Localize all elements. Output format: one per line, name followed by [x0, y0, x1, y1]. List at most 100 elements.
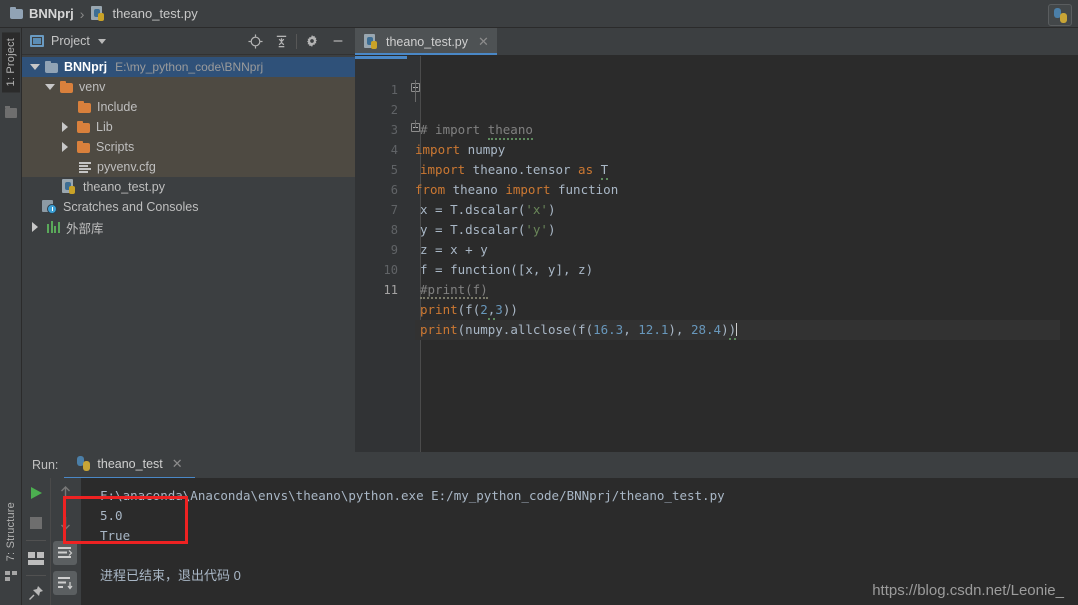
layout-icon[interactable] — [22, 543, 50, 573]
scroll-indicator — [355, 56, 407, 59]
chevron-down-icon[interactable] — [43, 81, 56, 94]
console-line: True — [100, 528, 131, 543]
tree-node-label: Lib — [96, 120, 113, 134]
console-line: 5.0 — [100, 508, 123, 523]
run-icon[interactable] — [22, 478, 50, 508]
folder-icon — [77, 140, 91, 153]
tree-node-path: E:\my_python_code\BNNprj — [115, 60, 264, 74]
folder-icon — [60, 80, 74, 93]
run-tab-label: theano_test — [97, 456, 163, 471]
settings-gear-icon[interactable] — [299, 29, 325, 53]
folder-icon — [45, 60, 59, 73]
collapse-all-icon[interactable] — [268, 29, 294, 53]
code-text: print(f(2,3)) — [415, 300, 1060, 320]
close-icon[interactable]: ✕ — [172, 456, 183, 472]
tree-row[interactable]: Scripts — [22, 137, 355, 157]
text-caret — [736, 323, 738, 336]
print-icon[interactable] — [51, 598, 79, 605]
breadcrumb-label-project: BNNprj — [29, 6, 74, 21]
folder-icon — [78, 100, 92, 113]
run-toolbar-right — [50, 478, 81, 605]
run-toolbar-left — [22, 478, 50, 605]
code-line: 11 print(numpy.allclose(f(16.3, 12.1), 2… — [355, 260, 1078, 340]
code-line: 10 print(f(2,3)) — [355, 240, 1078, 320]
code-line: 4 from theano import function — [355, 120, 1078, 197]
sidebar-item-structure-tab[interactable]: 7: Structure — [2, 498, 20, 565]
pycharm-window: BNNprj › theano_test.py 1: Project 7: St… — [0, 0, 1078, 605]
tree-row[interactable]: 外部库 — [22, 217, 355, 237]
tree-node-label: 外部库 — [66, 221, 104, 236]
tree-node-label: theano_test.py — [83, 180, 166, 194]
chevron-right-icon[interactable] — [58, 141, 71, 154]
tree-row[interactable]: theano_test.py — [22, 177, 355, 197]
breadcrumb: BNNprj › theano_test.py — [0, 0, 1078, 28]
tree-row[interactable]: venv — [22, 77, 355, 97]
scroll-to-end-button[interactable] — [51, 568, 79, 598]
console-line: F:\anaconda\Anaconda\envs\theano\python.… — [100, 488, 725, 503]
chevron-right-icon[interactable] — [58, 121, 71, 134]
python-file-icon — [62, 179, 78, 195]
breadcrumb-item-file[interactable]: theano_test.py — [91, 5, 198, 22]
run-tab[interactable]: theano_test ✕ — [64, 456, 195, 479]
editor-tab-strip: theano_test.py ✕ — [355, 28, 1078, 56]
tree-row[interactable]: pyvenv.cfg — [22, 157, 355, 177]
project-tree: BNNprj E:\my_python_code\BNNprj venv Inc… — [22, 55, 355, 237]
watermark: https://blog.csdn.net/Leonie_ — [872, 582, 1064, 599]
python-file-icon — [364, 33, 380, 50]
code-line: 8 f = function([x, y], z) — [355, 200, 1078, 277]
tree-node-label: pyvenv.cfg — [97, 160, 156, 174]
breadcrumb-separator: › — [79, 5, 85, 22]
run-panel-label: Run: — [32, 458, 59, 472]
breadcrumb-label-file: theano_test.py — [112, 6, 198, 21]
code-line: 2 import numpy — [355, 80, 1078, 157]
tab-label: theano_test.py — [386, 34, 469, 49]
code-text: print(numpy.allclose(f(16.3, 12.1), 28.4… — [415, 320, 1060, 340]
tree-row[interactable]: Include — [22, 97, 355, 117]
code-line: 5 x = T.dscalar('x') — [355, 140, 1078, 217]
python-logo-icon — [76, 456, 91, 471]
python-logo-icon[interactable] — [1048, 4, 1072, 26]
chevron-down-icon[interactable] — [28, 61, 41, 74]
code-line: 6 y = T.dscalar('y') — [355, 160, 1078, 237]
tree-row[interactable]: BNNprj E:\my_python_code\BNNprj — [22, 57, 355, 77]
folder-icon — [77, 120, 91, 133]
tree-row[interactable]: Scratches and Consoles — [22, 197, 355, 217]
folder-icon — [10, 7, 24, 19]
chevron-down-icon[interactable] — [97, 38, 106, 44]
scratches-icon — [42, 200, 58, 214]
divider — [26, 540, 46, 541]
code-text: #print(f) — [420, 282, 488, 299]
code-editor[interactable]: 1 # import theano 2 import numpy 3 impor… — [355, 56, 1078, 453]
pin-icon[interactable] — [22, 578, 50, 605]
tab-theano-test[interactable]: theano_test.py ✕ — [355, 28, 497, 55]
project-header-actions — [242, 28, 351, 54]
project-panel-title: Project — [51, 34, 90, 48]
tree-node-label: Include — [97, 100, 138, 114]
tree-node-label: Scripts — [96, 140, 135, 154]
sidebar-item-project-tab[interactable]: 1: Project — [2, 32, 20, 93]
left-tool-strip: 1: Project 7: Structure Favorites — [0, 28, 22, 605]
python-glyph — [1053, 7, 1068, 23]
tree-row[interactable]: Lib — [22, 117, 355, 137]
close-icon[interactable]: ✕ — [478, 34, 489, 50]
code-lines: 1 # import theano 2 import numpy 3 impor… — [355, 60, 1078, 340]
structure-icon — [5, 571, 17, 581]
code-line: 1 # import theano — [355, 60, 1078, 140]
python-file-icon — [91, 5, 107, 22]
chevron-right-icon[interactable] — [28, 221, 41, 234]
minimize-icon[interactable] — [325, 29, 351, 53]
code-line: 9 #print(f) — [355, 220, 1078, 299]
scroll-up-icon[interactable] — [51, 478, 79, 508]
project-panel: Project BNNprj E:\my_python_code\BNNprj … — [22, 28, 355, 452]
locate-target-icon[interactable] — [242, 29, 268, 53]
soft-wrap-button[interactable] — [51, 538, 79, 568]
breadcrumb-item-project[interactable]: BNNprj — [10, 6, 74, 21]
scroll-to-end-icon — [53, 571, 77, 595]
run-panel-header: Run: theano_test ✕ — [22, 452, 1078, 479]
stop-icon[interactable] — [22, 508, 50, 538]
code-line: 7 z = x + y — [355, 180, 1078, 257]
soft-wrap-icon — [53, 541, 77, 565]
line-number: 11 — [383, 283, 398, 297]
scroll-down-icon[interactable] — [51, 508, 79, 538]
